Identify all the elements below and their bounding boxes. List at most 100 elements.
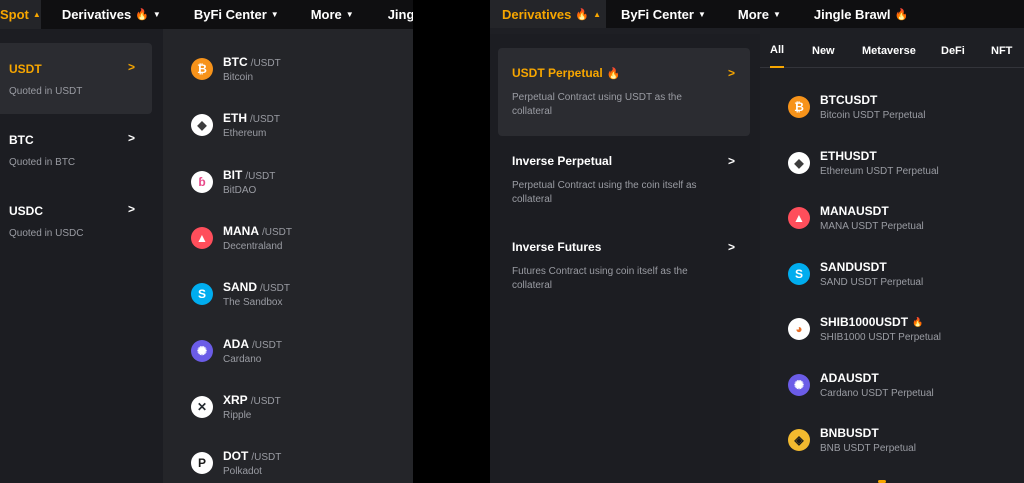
top-navigation-right: Derivatives 🔥 ▲ ByFi Center ▼ More ▼ Jin… — [490, 0, 1024, 28]
chevron-right-icon: > — [127, 60, 135, 74]
chevron-right-icon: > — [727, 240, 735, 254]
pair-name: Cardano — [223, 354, 262, 365]
nav-byfi-center[interactable]: ByFi Center ▼ — [621, 0, 706, 28]
contract-filter-tabs: All New Metaverse DeFi NFT — [760, 34, 1024, 68]
flame-icon: 🔥 — [135, 9, 149, 21]
pair-quote: /USDT — [260, 283, 291, 294]
ethereum-icon: ◆ — [788, 152, 810, 174]
nav-spot[interactable]: Spot ▲ — [0, 0, 41, 29]
pair-base: MANA — [223, 224, 259, 238]
category-usdt-perpetual[interactable]: USDT Perpetual 🔥 Perpetual Contract usin… — [498, 48, 750, 136]
category-inverse-perpetual[interactable]: Inverse Perpetual Perpetual Contract usi… — [498, 136, 750, 224]
ripple-icon: ✕ — [191, 396, 213, 418]
pair-quote: /USDT — [245, 171, 276, 182]
contract-row[interactable]: ◕ SHIB1000USDT 🔥 SHIB1000 USDT Perpetual — [788, 315, 941, 343]
contract-symbol: MANAUSDT — [820, 204, 889, 218]
tab-metaverse[interactable]: Metaverse — [862, 34, 916, 68]
caret-down-icon: ▼ — [270, 10, 279, 19]
nav-label: Spot — [0, 7, 29, 22]
nav-more[interactable]: More ▼ — [738, 0, 781, 28]
caret-down-icon: ▼ — [345, 10, 354, 19]
category-subtitle: Quoted in BTC — [9, 157, 76, 168]
pair-row[interactable]: ◆ ETH/USDT Ethereum — [191, 111, 280, 139]
spot-category-list: USDT Quoted in USDT > BTC Quoted in BTC … — [0, 29, 163, 483]
contract-symbol: BTCUSDT — [820, 93, 878, 107]
pair-row[interactable]: ▲ MANA/USDT Decentraland — [191, 224, 292, 252]
pair-name: Ethereum — [223, 128, 267, 139]
sandbox-icon: S — [788, 263, 810, 285]
top-navigation-left: Spot ▲ Derivatives 🔥 ▼ ByFi Center ▼ Mor… — [0, 0, 413, 29]
contract-row[interactable]: ▲ MANAUSDT MANA USDT Perpetual — [788, 204, 924, 232]
category-inverse-futures[interactable]: Inverse Futures Futures Contract using c… — [498, 222, 750, 310]
contract-symbol: BNBUSDT — [820, 426, 879, 440]
derivatives-category-list: USDT Perpetual 🔥 Perpetual Contract usin… — [490, 34, 760, 483]
chevron-right-icon: > — [127, 202, 135, 216]
bitcoin-icon: ₿ — [191, 58, 213, 80]
pair-row[interactable]: ɓ BIT/USDT BitDAO — [191, 168, 275, 196]
bitdao-icon: ɓ — [191, 171, 213, 193]
bnb-icon: ◈ — [788, 429, 810, 451]
tab-defi[interactable]: DeFi — [941, 34, 965, 68]
pair-quote: /USDT — [250, 396, 281, 407]
derivatives-dropdown-panel: Derivatives 🔥 ▲ ByFi Center ▼ More ▼ Jin… — [490, 0, 1024, 483]
category-title: USDT Perpetual — [512, 66, 603, 80]
contract-name: SHIB1000 USDT Perpetual — [820, 332, 941, 343]
nav-more[interactable]: More ▼ — [311, 0, 354, 29]
tab-nft[interactable]: NFT — [991, 34, 1012, 68]
pair-base: ADA — [223, 337, 249, 351]
pair-row[interactable]: ✕ XRP/USDT Ripple — [191, 393, 281, 421]
caret-down-icon: ▼ — [152, 10, 161, 19]
category-usdc[interactable]: USDC Quoted in USDC > — [0, 185, 152, 256]
contract-row[interactable]: S SANDUSDT SAND USDT Perpetual — [788, 260, 923, 288]
tab-new[interactable]: New — [812, 34, 835, 68]
nav-byfi-center[interactable]: ByFi Center ▼ — [194, 0, 279, 29]
pair-row[interactable]: ✺ ADA/USDT Cardano — [191, 337, 282, 365]
contract-symbol: ADAUSDT — [820, 371, 879, 385]
contract-row[interactable]: ◈ BNBUSDT BNB USDT Perpetual — [788, 426, 916, 454]
pair-row[interactable]: S SAND/USDT The Sandbox — [191, 280, 290, 308]
spot-pair-list: ₿ BTC/USDT Bitcoin ◆ ETH/USDT Ethereum ɓ BIT/US… — [163, 29, 413, 483]
chevron-right-icon: > — [127, 131, 135, 145]
pair-quote: /USDT — [250, 114, 280, 125]
nav-label: ByFi Center — [193, 7, 267, 22]
flame-icon: 🔥 — [606, 67, 621, 80]
nav-derivatives[interactable]: Derivatives 🔥 ▲ — [490, 0, 606, 28]
chevron-right-icon: > — [727, 154, 735, 168]
pair-row[interactable]: ₿ BTC/USDT Bitcoin — [191, 55, 281, 83]
category-usdt[interactable]: USDT Quoted in USDT > — [0, 43, 152, 114]
pair-base: SAND — [223, 280, 258, 294]
nav-label: More — [737, 6, 769, 22]
category-subtitle: Quoted in USDC — [9, 228, 84, 239]
contract-symbol: ETHUSDT — [820, 149, 877, 163]
contract-row[interactable]: ✺ ADAUSDT Cardano USDT Perpetual — [788, 371, 934, 399]
contract-row[interactable]: ◆ ETHUSDT Ethereum USDT Perpetual — [788, 149, 939, 177]
nav-label: ByFi Center — [621, 6, 694, 22]
decentraland-icon: ▲ — [788, 207, 810, 229]
nav-label: Jingle Bra — [387, 7, 413, 22]
bitcoin-icon: ₿ — [788, 96, 810, 118]
category-description: Perpetual Contract using the coin itself… — [512, 180, 697, 205]
nav-derivatives[interactable]: Derivatives 🔥 ▼ — [62, 0, 161, 29]
pair-quote: /USDT — [252, 340, 282, 351]
contract-name: SAND USDT Perpetual — [820, 277, 924, 288]
pair-name: The Sandbox — [223, 297, 283, 308]
nav-jingle-brawl[interactable]: Jingle Brawl 🔥 — [814, 0, 908, 28]
pair-row[interactable]: P DOT/USDT Polkadot — [191, 449, 281, 477]
pair-base: BIT — [223, 168, 243, 182]
category-btc[interactable]: BTC Quoted in BTC > — [0, 114, 152, 185]
pair-name: Polkadot — [223, 466, 262, 477]
decentraland-icon: ▲ — [191, 227, 213, 249]
contract-row[interactable]: ₿ BTCUSDT Bitcoin USDT Perpetual — [788, 93, 925, 121]
nav-jingle-brawl[interactable]: Jingle Bra — [388, 0, 413, 29]
caret-down-icon: ▼ — [772, 9, 781, 19]
caret-up-icon: ▲ — [593, 9, 602, 19]
contract-symbol: SANDUSDT — [820, 260, 887, 274]
flame-icon: 🔥 — [912, 316, 924, 327]
nav-label: Jingle Brawl — [813, 6, 891, 22]
category-title: Inverse Futures — [512, 240, 602, 254]
ethereum-icon: ◆ — [191, 114, 213, 136]
contract-name: MANA USDT Perpetual — [820, 221, 924, 232]
pair-name: Ripple — [223, 410, 252, 421]
pair-base: DOT — [223, 449, 249, 463]
tab-all[interactable]: All — [770, 34, 785, 68]
